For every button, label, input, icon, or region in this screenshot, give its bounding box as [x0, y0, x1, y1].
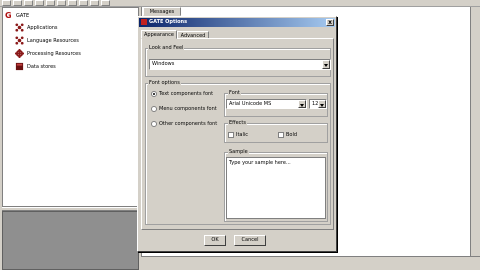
font-family-select[interactable]: Arial Unicode MS [226, 99, 307, 109]
toolbar-button[interactable] [101, 0, 110, 6]
italic-label: Italic [236, 132, 249, 138]
tab-appearance[interactable]: Appearance [141, 30, 177, 39]
close-button[interactable]: x [326, 19, 334, 26]
status-bar [141, 256, 480, 270]
processing-resources-icon [15, 49, 24, 58]
gate-app-icon [141, 18, 147, 25]
toolbar-button[interactable] [68, 0, 77, 6]
right-scrollbar[interactable] [470, 7, 480, 270]
font-family-value: Arial Unicode MS [229, 101, 272, 107]
tree-root-label: GATE [16, 12, 30, 19]
tree-item-label: Processing Resources [27, 50, 81, 57]
toolbar-button[interactable] [46, 0, 55, 6]
bold-checkbox[interactable] [278, 132, 284, 138]
chevron-down-icon[interactable] [322, 60, 330, 69]
tree-item-processing-resources[interactable]: Processing Resources [15, 48, 81, 59]
font-size-select[interactable]: 12 [309, 99, 327, 109]
data-stores-icon [15, 62, 24, 71]
tree-item-label: Data stores [27, 63, 56, 70]
italic-checkbox[interactable] [228, 132, 234, 138]
main-toolbar [0, 0, 480, 7]
chevron-down-icon[interactable] [298, 100, 306, 108]
font-label: Font [228, 90, 241, 96]
tree-item-data-stores[interactable]: Data stores [15, 61, 56, 72]
radio-menu-components-font[interactable] [151, 106, 157, 112]
look-and-feel-value: Windows [152, 61, 175, 67]
sample-textarea[interactable]: Type your sample here... [226, 157, 326, 219]
radio-text-components-font[interactable] [151, 91, 157, 97]
chevron-down-icon[interactable] [318, 100, 326, 108]
look-and-feel-label: Look and Feel [148, 45, 185, 51]
font-options-label: Font options [148, 80, 181, 86]
bold-label: Bold [286, 132, 298, 138]
appearance-panel: Look and Feel Windows Font options Text … [141, 38, 334, 230]
toolbar-button[interactable] [79, 0, 88, 6]
toolbar-button[interactable] [24, 0, 33, 6]
toolbar-button[interactable] [2, 0, 11, 6]
radio-label: Text components font [159, 91, 214, 97]
toolbar-button[interactable] [90, 0, 99, 6]
gate-options-dialog: GATE Options x Appearance Advanced Look … [137, 16, 337, 252]
bottom-left-panel [2, 211, 139, 270]
toolbar-button[interactable] [35, 0, 44, 6]
applications-icon [15, 23, 24, 32]
tree-item-applications[interactable]: Applications [15, 22, 58, 33]
cancel-button[interactable]: Cancel [234, 235, 266, 246]
dialog-titlebar[interactable]: GATE Options [139, 18, 335, 27]
language-resources-icon [15, 36, 24, 45]
resource-tree: G GATE Applications Language Resources P… [2, 7, 139, 207]
toolbar-button[interactable] [57, 0, 66, 6]
ok-button[interactable]: OK [204, 235, 226, 246]
tree-item-language-resources[interactable]: Language Resources [15, 35, 79, 46]
radio-label: Menu components font [159, 106, 217, 112]
look-and-feel-select[interactable]: Windows [149, 59, 331, 70]
radio-other-components-font[interactable] [151, 121, 157, 127]
tree-item-label: Applications [27, 24, 58, 31]
tree-item-label: Language Resources [27, 37, 79, 44]
toolbar-button[interactable] [13, 0, 22, 6]
dialog-title: GATE Options [149, 19, 188, 25]
gate-logo-icon: G [5, 10, 12, 20]
tab-messages[interactable]: Messages [143, 7, 181, 16]
sample-label: Sample [228, 149, 249, 155]
radio-label: Other components font [159, 121, 218, 127]
effects-label: Effects [228, 120, 247, 126]
tree-root-gate[interactable]: G GATE [5, 10, 29, 21]
